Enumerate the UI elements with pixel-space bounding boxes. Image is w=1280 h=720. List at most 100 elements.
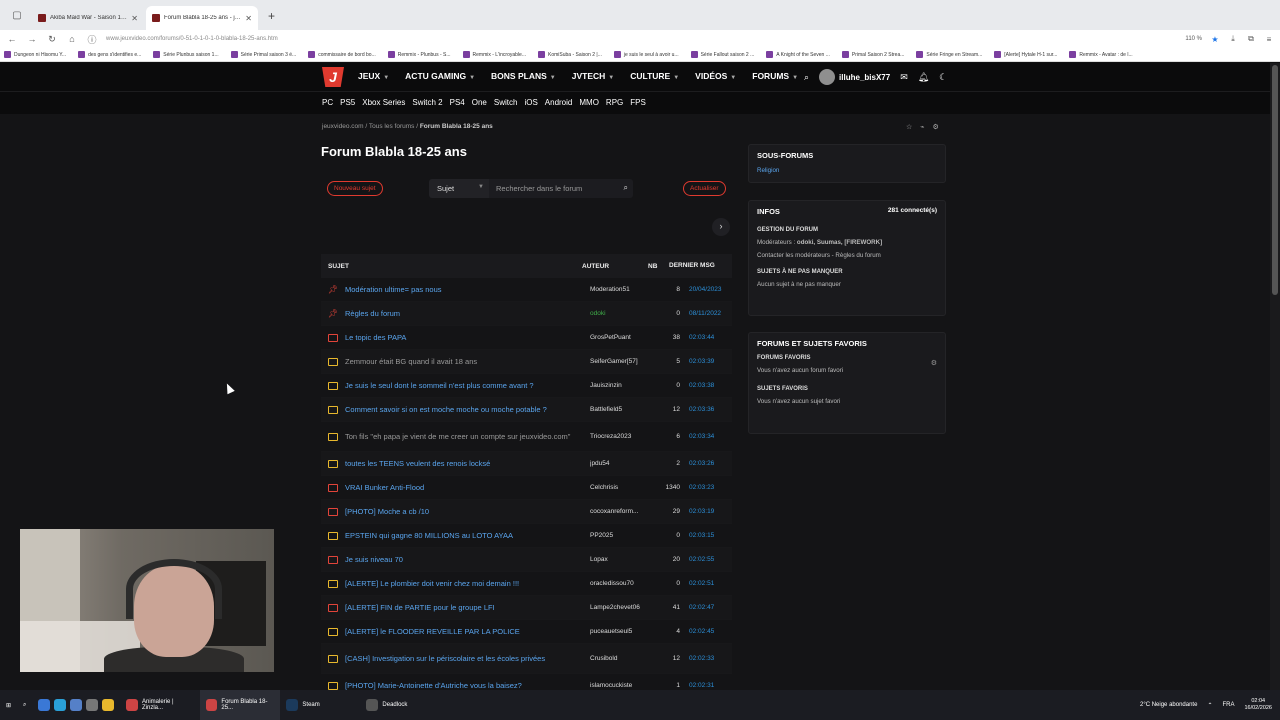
- topic-last-msg[interactable]: 02:02:33: [686, 655, 732, 662]
- platform-link[interactable]: Xbox Series: [362, 98, 405, 107]
- calculator-icon[interactable]: [70, 699, 83, 711]
- topic-last-msg[interactable]: 02:02:45: [686, 628, 732, 635]
- close-icon[interactable]: ✕: [131, 14, 138, 23]
- breadcrumb-all-forums[interactable]: Tous les forums: [369, 123, 415, 130]
- browser-tab[interactable]: Akiba Maid War - Saison 1 | An ✕: [32, 6, 144, 30]
- subforum-link-religion[interactable]: Religion: [749, 164, 945, 177]
- topic-title-link[interactable]: Modération ultime= pas nous: [345, 285, 590, 294]
- contact-mods-link[interactable]: Contacter les modérateurs - Règles du fo…: [749, 249, 945, 262]
- new-tab-button[interactable]: +: [268, 9, 275, 23]
- topic-author[interactable]: oracledissou70: [590, 580, 658, 587]
- platform-link[interactable]: FPS: [630, 98, 646, 107]
- topic-title-link[interactable]: [ALERTE] Le plombier doit venir chez moi…: [345, 579, 590, 588]
- table-row[interactable]: VRAI Bunker Anti-Flood Celchrisis 1340 02:0…: [321, 476, 732, 500]
- platform-link[interactable]: Switch 2: [412, 98, 442, 107]
- topic-author[interactable]: odoki: [590, 310, 658, 317]
- menu-item[interactable]: VIDÉOS ▼: [695, 71, 736, 81]
- topic-author[interactable]: Jauiszinzin: [590, 382, 658, 389]
- browser-tab-active[interactable]: Forum Blabla 18-25 ans - jeuxv ✕: [146, 6, 258, 30]
- menu-item[interactable]: JEUX ▼: [358, 71, 389, 81]
- start-button[interactable]: ⊞: [0, 690, 17, 720]
- table-row[interactable]: EPSTEIN qui gagne 80 MILLIONS au LOTO AY…: [321, 524, 732, 548]
- topic-author[interactable]: PP2025: [590, 532, 658, 539]
- topic-title-link[interactable]: VRAI Bunker Anti-Flood: [345, 483, 590, 492]
- back-icon[interactable]: ←: [6, 34, 18, 44]
- app-icon[interactable]: [86, 699, 99, 711]
- topic-last-msg[interactable]: 08/11/2022: [686, 310, 732, 317]
- platform-link[interactable]: PS4: [450, 98, 465, 107]
- mail-icon[interactable]: ✉: [900, 72, 908, 83]
- table-row[interactable]: Zemmour était BG quand il avait 18 ans Se…: [321, 350, 732, 374]
- extensions-icon[interactable]: ⧉: [1246, 34, 1256, 44]
- weather-widget[interactable]: 2°C Neige abondante: [1140, 702, 1197, 708]
- topic-title-link[interactable]: toutes les TEENS veulent des renois lock…: [345, 459, 590, 468]
- new-topic-button[interactable]: Nouveau sujet: [327, 181, 383, 196]
- table-row[interactable]: 📌︎ Règles du forum odoki 0 08/11/2022: [321, 302, 732, 326]
- star-icon[interactable]: ☆: [906, 123, 912, 131]
- topic-author[interactable]: Lopax: [590, 556, 658, 563]
- app-icon[interactable]: [38, 699, 51, 711]
- gear-icon[interactable]: ⚙: [933, 123, 939, 131]
- table-row[interactable]: [ALERTE] le FLOODER REVEILLE PAR LA POLI…: [321, 620, 732, 644]
- topic-last-msg[interactable]: 02:03:23: [686, 484, 732, 491]
- language-indicator[interactable]: FRA: [1222, 702, 1234, 708]
- topic-title-link[interactable]: Ton fils "eh papa je vient de me creer u…: [345, 432, 590, 441]
- page-scrollbar[interactable]: [1270, 63, 1280, 690]
- bell-icon[interactable]: 🔔︎: [918, 72, 929, 83]
- site-info-icon[interactable]: ⓘ: [86, 33, 98, 46]
- table-row[interactable]: toutes les TEENS veulent des renois lock…: [321, 452, 732, 476]
- topic-author[interactable]: Triocreza2023: [590, 433, 658, 440]
- table-row[interactable]: Je suis niveau 70 Lopax 20 02:02:55: [321, 548, 732, 572]
- topic-title-link[interactable]: [ALERTE] le FLOODER REVEILLE PAR LA POLI…: [345, 627, 590, 636]
- taskbar-app[interactable]: Steam: [280, 690, 360, 720]
- bookmark-item[interactable]: commissaire de bord bo...: [308, 51, 376, 58]
- search-icon[interactable]: ⌕: [624, 183, 628, 193]
- bookmark-item[interactable]: Série Plunbus saison 1...: [153, 51, 219, 58]
- topic-author[interactable]: SeiferGamer[57]: [590, 358, 658, 365]
- bookmark-item[interactable]: [Alerte] Hytale H-1 sur...: [994, 51, 1057, 58]
- refresh-button[interactable]: Actualiser: [683, 181, 726, 196]
- topic-author[interactable]: jpdu54: [590, 460, 658, 467]
- topic-last-msg[interactable]: 02:03:44: [686, 334, 732, 341]
- jv-logo[interactable]: J: [322, 67, 344, 87]
- bookmark-item[interactable]: Série Fallout saison 2 ...: [690, 51, 754, 58]
- bookmark-item[interactable]: Remmix - L'incroyable...: [462, 51, 526, 58]
- table-row[interactable]: [PHOTO] Moche a cb /10 cocoxanreform... 29…: [321, 500, 732, 524]
- bookmark-item[interactable]: Remmix - Plunbus - S...: [387, 51, 451, 58]
- topic-last-msg[interactable]: 02:03:26: [686, 460, 732, 467]
- topic-title-link[interactable]: [PHOTO] Marie-Antoinette d'Autriche vous…: [345, 681, 590, 690]
- moon-icon[interactable]: ☾: [939, 72, 947, 83]
- topic-title-link[interactable]: [ALERTE] FIN de PARTIE pour le groupe LF…: [345, 603, 590, 612]
- username[interactable]: illuhe_bisX77: [839, 73, 890, 82]
- bookmark-item[interactable]: Série Primal saison 3 é...: [230, 51, 296, 58]
- search-button[interactable]: ⌕: [17, 690, 32, 720]
- bookmark-item[interactable]: KomiSuba - Saison 2 |...: [538, 51, 602, 58]
- topic-title-link[interactable]: Le topic des PAPA: [345, 333, 590, 342]
- table-row[interactable]: Comment savoir si on est moche moche ou …: [321, 398, 732, 422]
- topic-author[interactable]: Celchrisis: [590, 484, 658, 491]
- menu-item[interactable]: ACTU GAMING ▼: [405, 71, 475, 81]
- reload-icon[interactable]: ↻: [46, 34, 58, 45]
- topic-title-link[interactable]: [PHOTO] Moche a cb /10: [345, 507, 590, 516]
- menu-item[interactable]: CULTURE ▼: [630, 71, 679, 81]
- topic-title-link[interactable]: Je suis le seul dont le sommeil n'est pl…: [345, 381, 590, 390]
- menu-item[interactable]: FORUMS ▼: [752, 71, 798, 81]
- forward-icon[interactable]: →: [26, 34, 38, 44]
- downloads-icon[interactable]: ⤓: [1228, 34, 1238, 44]
- topic-last-msg[interactable]: 02:02:31: [686, 682, 732, 689]
- search-type-select[interactable]: Sujet ▼: [429, 179, 489, 198]
- bookmark-item[interactable]: des gens s'identifies e...: [78, 51, 141, 58]
- avatar[interactable]: [819, 69, 836, 85]
- mods-list[interactable]: odoki, Suumas, [FIREWORK]: [797, 239, 882, 246]
- menu-icon[interactable]: ≡: [1264, 35, 1274, 44]
- tab-actions-icon[interactable]: ▢: [8, 6, 26, 24]
- folder-icon[interactable]: [102, 699, 115, 711]
- table-row[interactable]: Ton fils "eh papa je vient de me creer u…: [321, 422, 732, 452]
- topic-author[interactable]: cocoxanreform...: [590, 508, 658, 515]
- topic-author[interactable]: Crusibold: [590, 655, 658, 662]
- topic-author[interactable]: puceauetseul5: [590, 628, 658, 635]
- url-field[interactable]: www.jeuxvideo.com/forums/0-51-0-1-0-1-0-…: [106, 36, 1177, 42]
- chevron-up-icon[interactable]: ⌃: [1207, 702, 1212, 709]
- edge-icon[interactable]: [54, 699, 67, 711]
- taskbar-app[interactable]: Animalerie | Zinzla...: [120, 690, 200, 720]
